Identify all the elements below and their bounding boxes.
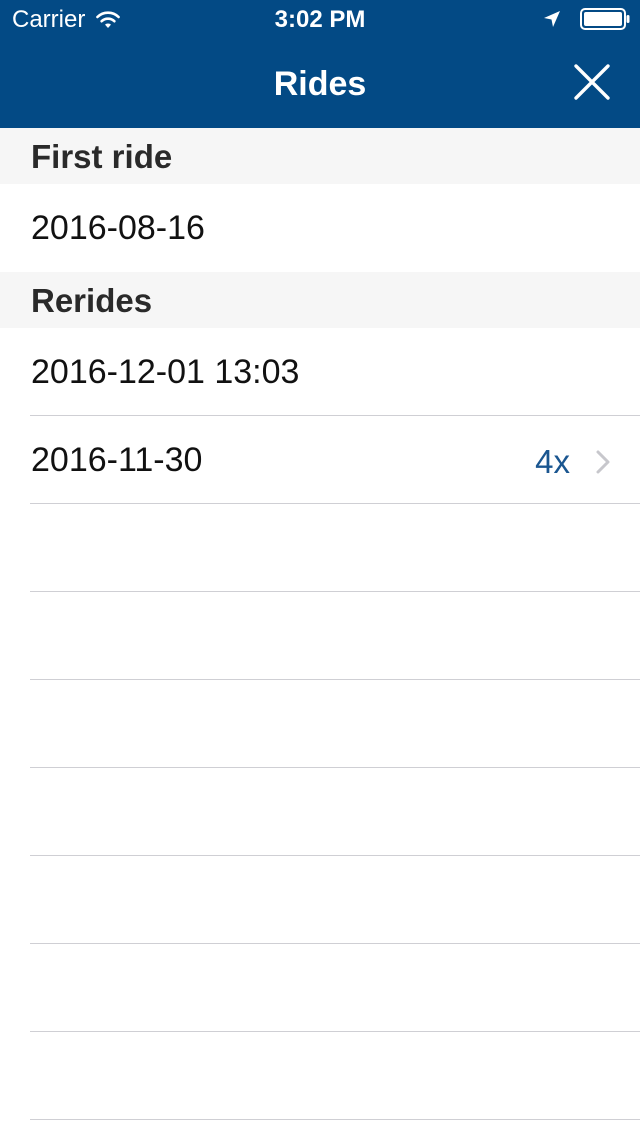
- battery-icon: [580, 8, 630, 30]
- empty-row-separator: [30, 679, 640, 680]
- section-header-first-ride: First ride: [0, 128, 640, 184]
- top-bar: Carrier 3:02 PM Rides: [0, 0, 640, 128]
- status-bar: Carrier 3:02 PM: [0, 0, 640, 40]
- section-title-rerides: Rerides: [31, 282, 153, 319]
- first-ride-date: 2016-08-16: [31, 209, 205, 247]
- status-right-group: [542, 8, 630, 30]
- empty-row-separator: [30, 1119, 640, 1120]
- section-title-first-ride: First ride: [31, 138, 173, 175]
- section-header-rerides: Rerides: [0, 272, 640, 328]
- navigation-bar: Rides: [0, 40, 640, 128]
- reride-date: 2016-11-30: [31, 441, 203, 479]
- reride-count: 4x: [535, 443, 570, 480]
- empty-row-separator: [30, 943, 640, 944]
- empty-row-separator: [30, 1031, 640, 1032]
- first-ride-row: 2016-08-16: [0, 184, 640, 272]
- empty-row-separator: [30, 855, 640, 856]
- row-separator: [30, 503, 640, 504]
- location-arrow-icon: [544, 11, 560, 27]
- reride-datetime: 2016-12-01 13:03: [31, 353, 300, 391]
- reride-row: 2016-12-01 13:03: [0, 328, 640, 416]
- reride-row-with-count[interactable]: 2016-11-30 4x: [0, 416, 640, 504]
- close-icon: [574, 64, 610, 100]
- page-title: Rides: [273, 65, 367, 103]
- chevron-right-icon: [596, 450, 610, 474]
- close-button[interactable]: [572, 62, 612, 102]
- empty-row-separator: [30, 591, 640, 592]
- empty-row-separator: [30, 767, 640, 768]
